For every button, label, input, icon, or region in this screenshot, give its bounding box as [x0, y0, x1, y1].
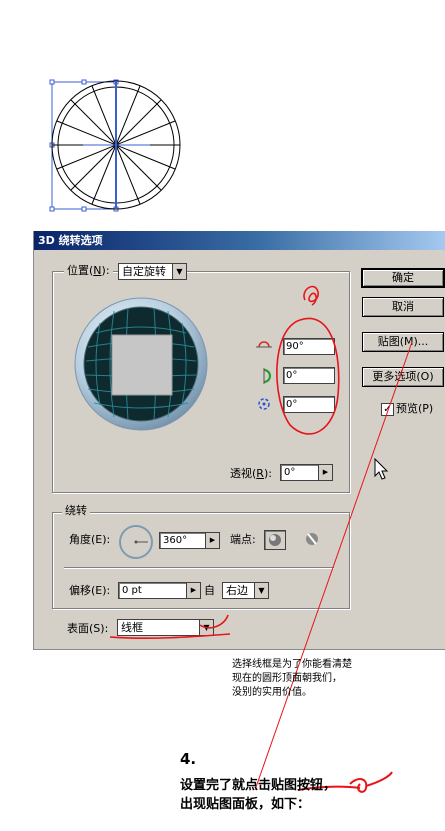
annotation-squiggle — [303, 285, 319, 306]
step-line-2: 出现贴图面板，如下： — [180, 797, 311, 812]
annotation-circle-rotation-fields — [276, 317, 340, 435]
annotation-pointer-line — [254, 341, 413, 791]
step-line-1: 设置完了就点击贴图按钮， — [180, 778, 337, 793]
caption-line-1: 选择线框是为了你能看清楚 — [232, 659, 352, 670]
red-annotation-marks — [109, 285, 413, 793]
caption-line-2: 现在的圆形顶面朝我们， — [232, 673, 342, 684]
step-number: 4. — [180, 750, 197, 768]
annotation-underline-surface — [109, 614, 231, 640]
annotation-flourish — [349, 771, 393, 793]
caption-line-3: 没别的实用价值。 — [232, 687, 312, 698]
